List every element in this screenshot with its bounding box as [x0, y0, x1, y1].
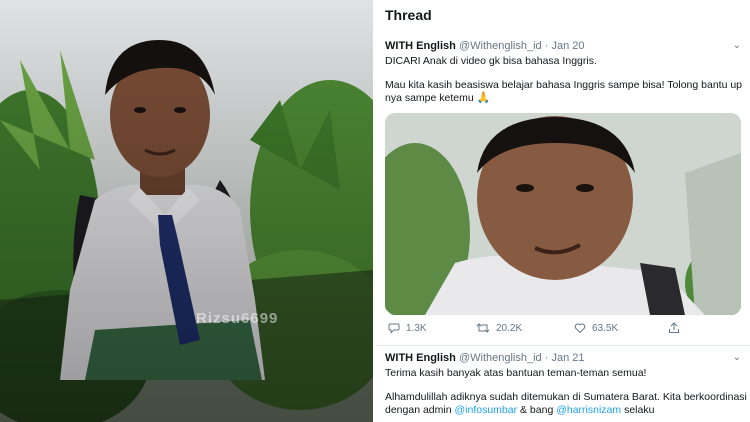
tweet-line: Alhamdulillah adiknya sudah ditemukan di…	[385, 391, 747, 417]
mention-link-infosumbar[interactable]: @infosumbar	[454, 404, 517, 416]
retweet-button[interactable]: 20.2K	[476, 322, 522, 334]
retweet-count: 20.2K	[496, 322, 523, 334]
tweet-text: DICARI Anak di video gk bisa bahasa Ingg…	[385, 55, 747, 105]
tweet-media-image[interactable]	[385, 113, 741, 315]
tweet-1[interactable]: WITH English @Withenglish_id · Jan 20 ⌄ …	[385, 40, 747, 116]
tweet-line-text: Mau kita kasih beasiswa belajar bahasa I…	[385, 79, 743, 104]
tweet-header: WITH English @Withenglish_id · Jan 20	[385, 40, 747, 52]
media-photo	[385, 113, 741, 315]
tweet-line-text: selaku	[621, 404, 655, 416]
tweet-2[interactable]: WITH English @Withenglish_id · Jan 21 ⌄ …	[385, 352, 747, 422]
page-title: Thread	[385, 7, 432, 23]
tweet-actions: 1.3K 20.2K 63.5K	[388, 322, 738, 336]
photo-boy-illustration	[0, 0, 373, 422]
tweet-line: DICARI Anak di video gk bisa bahasa Ingg…	[385, 55, 597, 67]
tweet-text: Terima kasih banyak atas bantuan teman-t…	[385, 367, 747, 417]
watermark: Rizsu6699	[196, 310, 279, 327]
mention-link-harrisnizam[interactable]: @harrisnizam	[556, 404, 621, 416]
share-icon	[669, 322, 679, 333]
share-button[interactable]	[668, 322, 680, 334]
twitter-thread-panel: Thread WITH English @Withenglish_id · Ja…	[376, 0, 750, 422]
author-handle[interactable]: @Withenglish_id	[459, 352, 542, 364]
chevron-down-icon[interactable]: ⌄	[733, 40, 741, 51]
reply-button[interactable]: 1.3K	[388, 322, 427, 334]
tweet-line: Mau kita kasih beasiswa belajar bahasa I…	[385, 79, 747, 105]
tweet-date[interactable]: · Jan 21	[545, 352, 585, 364]
chevron-down-icon[interactable]: ⌄	[733, 352, 741, 363]
author-handle[interactable]: @Withenglish_id	[459, 40, 542, 52]
pray-emoji: 🙏	[476, 92, 491, 104]
retweet-icon	[476, 323, 490, 333]
like-count: 63.5K	[592, 322, 619, 334]
author-name[interactable]: WITH English	[385, 352, 456, 364]
tweet-header: WITH English @Withenglish_id · Jan 21	[385, 352, 747, 364]
like-button[interactable]: 63.5K	[574, 322, 618, 334]
tweet-line-text: & bang	[517, 404, 557, 416]
reply-count: 1.3K	[406, 322, 427, 334]
video-still-photo: Rizsu6699	[0, 0, 373, 422]
reply-icon	[388, 323, 400, 334]
author-name[interactable]: WITH English	[385, 40, 456, 52]
tweet-date[interactable]: · Jan 20	[545, 40, 585, 52]
tweet-line: Terima kasih banyak atas bantuan teman-t…	[385, 367, 647, 379]
like-icon	[574, 323, 586, 334]
separator	[376, 345, 750, 346]
